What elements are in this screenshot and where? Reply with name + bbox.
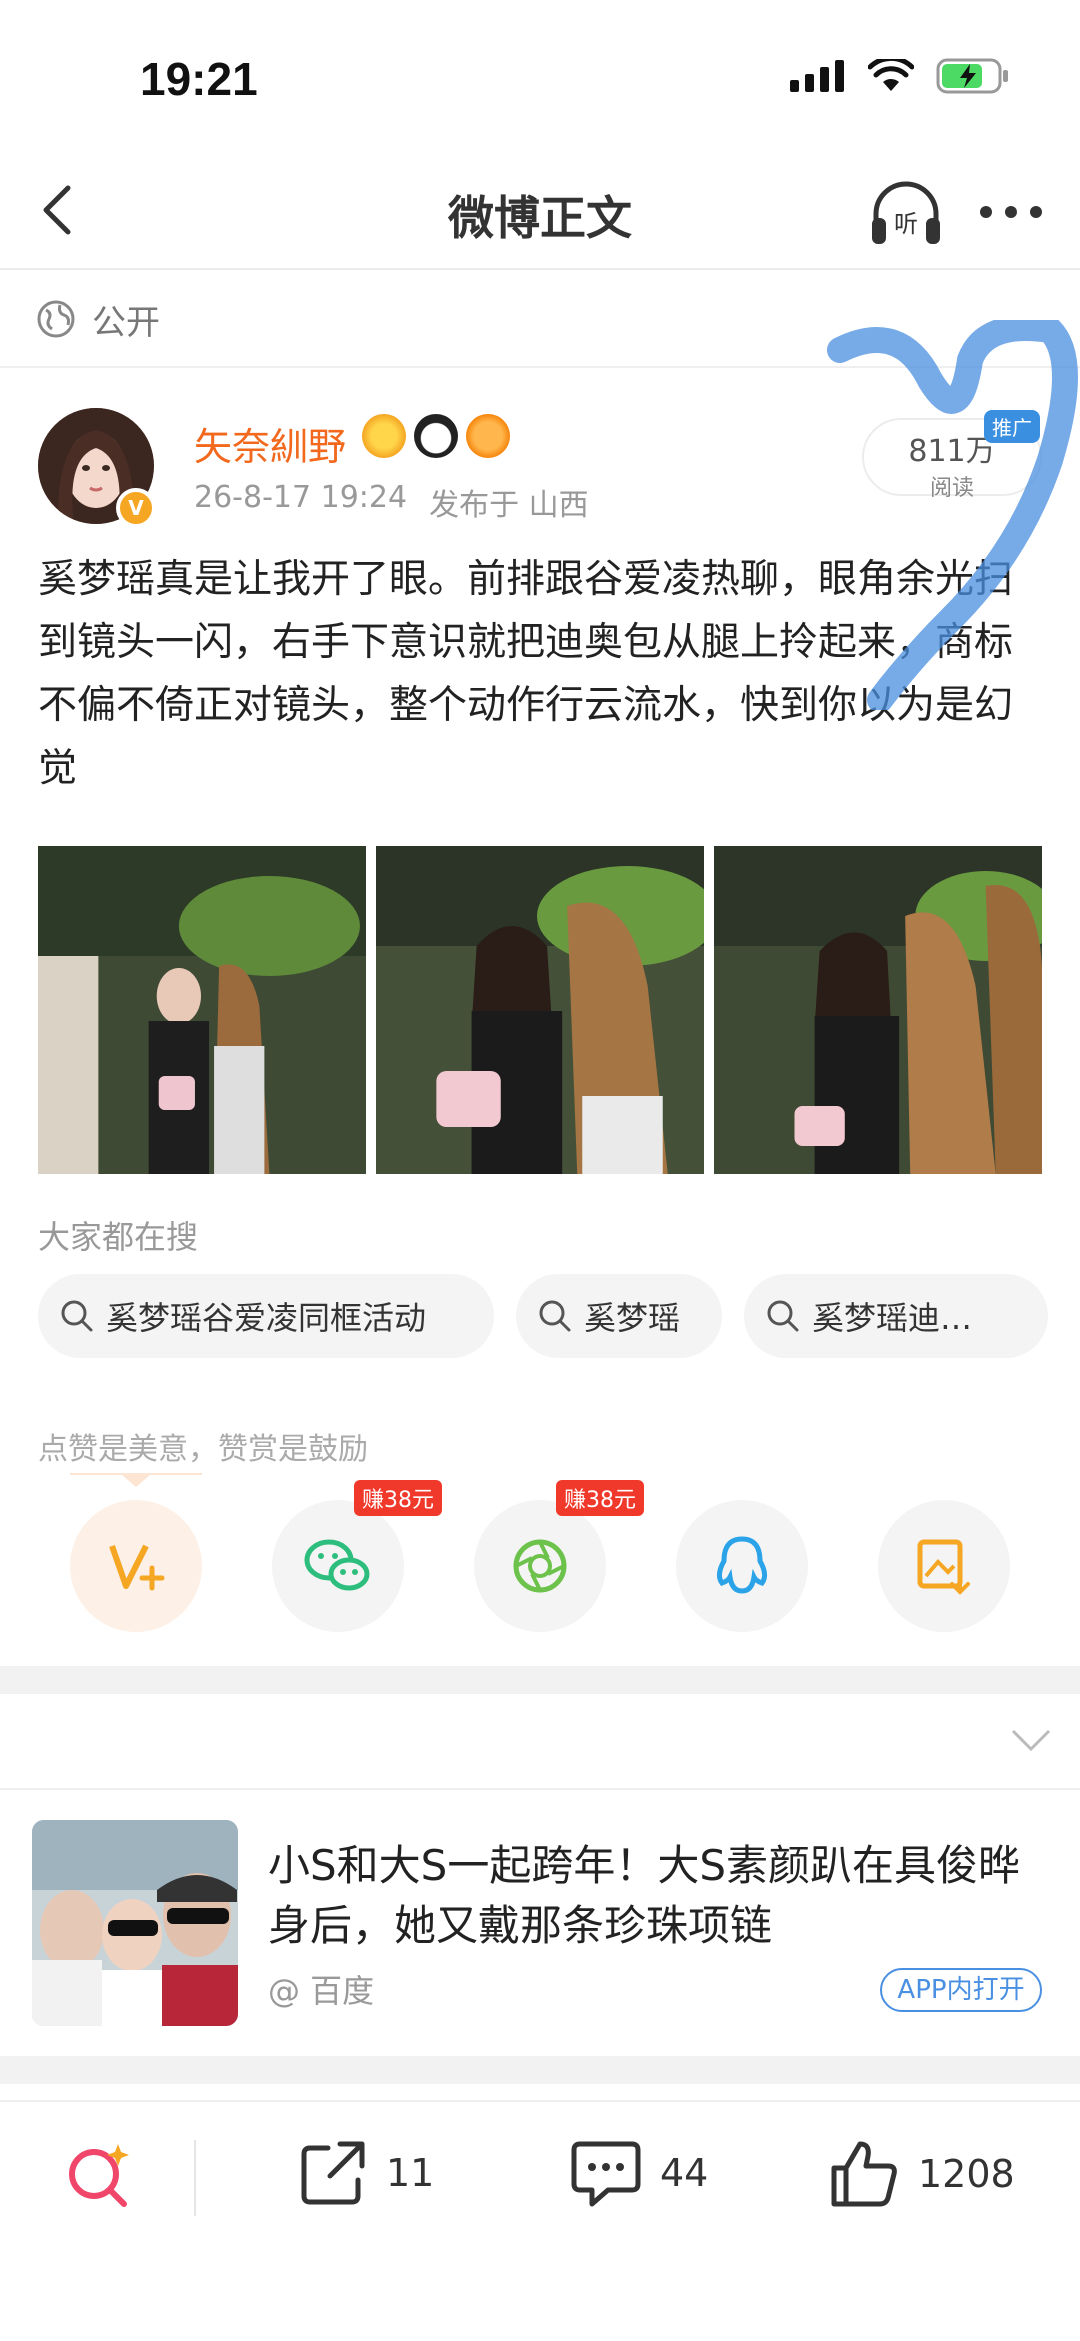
wechat-icon	[304, 1539, 370, 1591]
moments-icon	[513, 1539, 567, 1593]
toolbar-divider	[194, 2140, 196, 2216]
author-badges	[362, 414, 510, 458]
search-chip-label: 奚梦瑶迪…	[812, 1299, 973, 1337]
post-meta: 26-8-17 19:24 发布于 山西	[194, 480, 589, 524]
chevron-down-icon[interactable]	[1010, 1728, 1052, 1752]
section-divider	[0, 1666, 1080, 1694]
verified-badge-icon: V	[116, 488, 156, 528]
listen-label: 听	[894, 210, 918, 238]
pufferfish-icon	[466, 414, 510, 458]
read-label: 阅读	[929, 476, 974, 501]
feed-card-source: @ 百度	[268, 1972, 375, 2010]
moments-earn-badge: 赚38元	[556, 1480, 644, 1516]
comment-button[interactable]: 44	[570, 2138, 708, 2208]
author-name[interactable]: 矢奈紃野	[194, 416, 346, 471]
search-sparkle-icon	[69, 2144, 129, 2207]
crown-icon	[362, 414, 406, 458]
reward-v-plus-icon	[109, 1544, 165, 1591]
post-text: 奚梦瑶真是让我开了眼。前排跟谷爱凌热聊，眼角余光扫到镜头一闪，右手下意识就把迪奥…	[38, 557, 1014, 791]
headphones-icon: 听	[872, 181, 940, 244]
like-button[interactable]: 1208	[828, 2138, 1015, 2210]
collapse-row	[0, 1694, 1080, 1790]
search-chip[interactable]: 奚梦瑶谷爱凌同框活动	[38, 1274, 494, 1358]
save-image-button[interactable]	[878, 1500, 1010, 1632]
feed-card-title[interactable]: 小S和大S一起跨年！大S素颜趴在具俊晔身后，她又戴那条珍珠项链	[268, 1836, 1048, 1956]
post-timestamp: 26-8-17 19:24	[194, 480, 408, 515]
status-bar: 19:21	[0, 0, 1080, 150]
thumbs-up-icon	[831, 2141, 897, 2207]
search-chips: 奚梦瑶谷爱凌同框活动 奚梦瑶 奚梦瑶迪…	[38, 1274, 1048, 1358]
reward-title: 点赞是美意，赞赏是鼓励	[38, 1432, 368, 1467]
search-sparkle-button[interactable]	[62, 2138, 136, 2212]
visibility-row: 公开	[0, 272, 1080, 368]
qq-penguin-icon	[716, 1536, 768, 1594]
more-options-icon[interactable]	[978, 202, 1044, 222]
save-image-icon	[917, 1539, 970, 1595]
post-image-1[interactable]	[38, 846, 366, 1174]
wechat-share-button[interactable]	[272, 1500, 404, 1632]
qq-share-button[interactable]	[676, 1500, 808, 1632]
moments-share-button[interactable]	[474, 1500, 606, 1632]
status-time: 19:21	[140, 53, 258, 105]
post-image-2[interactable]	[376, 846, 704, 1174]
search-icon	[539, 1300, 571, 1332]
search-chip-label: 奚梦瑶	[584, 1299, 681, 1337]
signal-icon	[790, 60, 844, 92]
listen-button[interactable]: 听	[868, 178, 944, 248]
repost-count: 11	[386, 2151, 435, 2195]
post-images	[38, 846, 1042, 1174]
wechat-earn-badge: 赚38元	[354, 1480, 442, 1516]
visibility-label: 公开	[92, 302, 160, 343]
panda-icon	[414, 414, 458, 458]
search-icon	[61, 1300, 93, 1332]
open-in-app-button[interactable]: APP内打开	[880, 1968, 1042, 2012]
like-count: 1208	[918, 2152, 1015, 2196]
comment-count: 44	[660, 2151, 709, 2195]
wifi-icon	[868, 59, 914, 91]
search-section-title: 大家都在搜	[38, 1218, 199, 1256]
search-icon	[767, 1300, 799, 1332]
reward-button[interactable]	[70, 1500, 202, 1632]
repost-button[interactable]: 11	[298, 2138, 434, 2208]
share-row: 赚38元 赚38元	[0, 1480, 1080, 1640]
comment-icon	[571, 2141, 641, 2207]
section-divider	[0, 2056, 1080, 2084]
promo-tag: 推广	[984, 410, 1040, 443]
globe-icon	[37, 300, 75, 338]
status-icons	[790, 58, 1010, 94]
battery-icon	[936, 58, 1008, 94]
bottom-toolbar: 11 44 1208	[0, 2100, 1080, 2260]
search-chip[interactable]: 奚梦瑶	[516, 1274, 722, 1358]
nav-bar: 微博正文 听	[0, 150, 1080, 270]
post-image-3[interactable]	[714, 846, 1042, 1174]
feed-card-thumbnail[interactable]	[32, 1820, 238, 2026]
search-chip-label: 奚梦瑶谷爱凌同框活动	[106, 1299, 427, 1337]
post-location: 发布于 山西	[429, 488, 589, 523]
repost-icon	[301, 2141, 365, 2205]
search-chip[interactable]: 奚梦瑶迪…	[744, 1274, 1048, 1358]
